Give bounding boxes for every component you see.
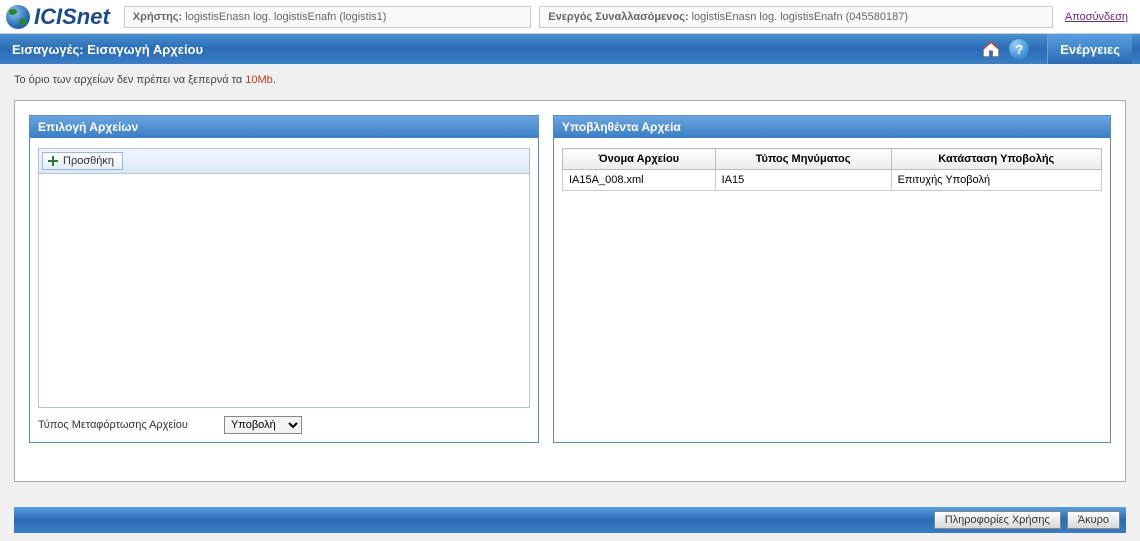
- footer-bar: Πληροφορίες Χρήσης Άκυρο: [14, 507, 1126, 533]
- cell-msgtype: IA15: [715, 170, 891, 191]
- logout-link[interactable]: Αποσύνδεση: [1057, 11, 1136, 23]
- upload-type-label: Τύπος Μεταφόρτωσης Αρχείου: [38, 419, 188, 431]
- submitted-files-panel: Υποβληθέντα Αρχεία Όνομα Αρχείου Τύπος Μ…: [553, 115, 1111, 443]
- plus-icon: [47, 155, 59, 167]
- usage-info-button[interactable]: Πληροφορίες Χρήσης: [934, 511, 1061, 529]
- info-limit: 10Mb: [245, 74, 273, 86]
- file-limit-info: Το όριο των αρχείων δεν πρέπει να ξεπερν…: [0, 64, 1140, 96]
- file-selection-panel: Επιλογή Αρχείων Προσθήκη Τύπος Μεταφόρτω…: [29, 115, 539, 443]
- upload-type-select[interactable]: Υποβολή: [224, 416, 302, 434]
- selected-files-area: [38, 174, 530, 408]
- col-status: Κατάσταση Υποβολής: [891, 149, 1101, 170]
- file-selection-header: Επιλογή Αρχείων: [30, 116, 538, 138]
- col-msgtype: Τύπος Μηνύματος: [715, 149, 891, 170]
- help-icon[interactable]: ?: [1009, 39, 1029, 59]
- page-title: Εισαγωγές: Εισαγωγή Αρχείου: [8, 42, 981, 57]
- user-info-box: Χρήστης: logistisEnasn log. logistisEnaf…: [124, 6, 531, 28]
- home-icon[interactable]: [981, 39, 1001, 59]
- active-trader-box: Ενεργός Συναλλασόμενος: logistisEnasn lo…: [539, 6, 1053, 28]
- add-file-button[interactable]: Προσθήκη: [42, 152, 123, 170]
- cell-filename: IA15A_008.xml: [563, 170, 716, 191]
- trader-label: Ενεργός Συναλλασόμενος:: [548, 11, 688, 23]
- trader-value: logistisEnasn log. logistisEnafn (045580…: [692, 11, 908, 23]
- globe-icon: [6, 5, 30, 29]
- info-suffix: .: [273, 74, 276, 86]
- add-file-label: Προσθήκη: [63, 155, 114, 167]
- info-prefix: Το όριο των αρχείων δεν πρέπει να ξεπερν…: [14, 74, 245, 86]
- table-row: IA15A_008.xml IA15 Επιτυχής Υποβολή: [563, 170, 1102, 191]
- submitted-files-table: Όνομα Αρχείου Τύπος Μηνύματος Κατάσταση …: [562, 148, 1102, 191]
- submitted-files-header: Υποβληθέντα Αρχεία: [554, 116, 1110, 138]
- logo-text: ICISnet: [34, 4, 110, 30]
- col-filename: Όνομα Αρχείου: [563, 149, 716, 170]
- actions-button[interactable]: Ενέργειες: [1047, 34, 1132, 64]
- user-label: Χρήστης:: [133, 11, 182, 23]
- cancel-button[interactable]: Άκυρο: [1067, 511, 1120, 529]
- app-logo: ICISnet: [4, 4, 120, 30]
- user-value: logistisEnasn log. logistisEnafn (logist…: [185, 11, 386, 23]
- cell-status: Επιτυχής Υποβολή: [891, 170, 1101, 191]
